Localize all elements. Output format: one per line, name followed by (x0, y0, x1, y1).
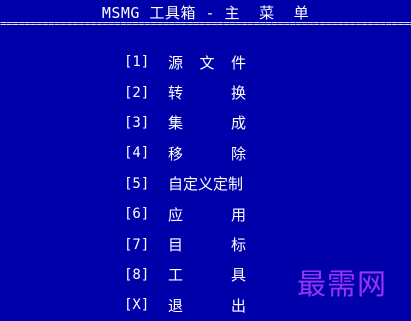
menu-item-key: [4] (124, 145, 150, 162)
menu-item-key: [X] (124, 297, 150, 314)
menu-item-key: [1] (124, 54, 150, 71)
label-char: 目 (168, 236, 184, 255)
label-char: 转 (168, 84, 184, 103)
menu-item-source-files[interactable]: [1] 源 文 件 (124, 47, 324, 77)
menu-item-convert[interactable]: [2] 转 换 (124, 77, 324, 107)
menu-item-label: 转 换 (168, 82, 246, 103)
menu-item-key: [7] (124, 236, 150, 253)
menu-item-label: 移 除 (168, 143, 246, 164)
menu-item-tools[interactable]: [8] 工 具 (124, 260, 324, 290)
label-char: 退 (168, 296, 184, 315)
menu-item-key: [6] (124, 206, 150, 223)
menu-item-label: 退 出 (168, 295, 246, 316)
label-char: 文 (199, 53, 215, 72)
watermark-logo: 最需网 (297, 267, 388, 301)
menu-item-key: [2] (124, 84, 150, 101)
label-char: 移 (168, 144, 184, 163)
menu-item-exit[interactable]: [X] 退 出 (124, 290, 324, 320)
menu-item-label: 集 成 (168, 112, 246, 133)
menu-item-label: 自定义定制 (168, 175, 244, 194)
menu-item-key: [8] (124, 266, 150, 283)
label-char: 工 (168, 266, 184, 285)
menu-item-label: 应 用 (168, 204, 246, 225)
console-window: MSMG 工具箱 - 主 菜 单 =======================… (0, 0, 411, 318)
label-char: 集 (168, 114, 184, 133)
label-char: 件 (230, 53, 246, 72)
label-char: 具 (230, 266, 246, 285)
menu-item-key: [5] (124, 175, 150, 192)
label-char: 源 (168, 53, 184, 72)
label-char: 出 (230, 296, 246, 315)
main-menu: [1] 源 文 件 [2] 转 换 [3] 集 成 [4] 移 除 [5] 自定… (124, 47, 324, 321)
label-char: 除 (230, 144, 246, 163)
menu-item-key: [3] (124, 114, 150, 131)
menu-item-target[interactable]: [7] 目 标 (124, 229, 324, 259)
label-char: 成 (230, 114, 246, 133)
title-separator: ========================================… (0, 17, 411, 30)
menu-item-integrate[interactable]: [3] 集 成 (124, 108, 324, 138)
label-char: 标 (230, 236, 246, 255)
menu-item-customize[interactable]: [5] 自定义定制 (124, 169, 324, 199)
menu-item-apply[interactable]: [6] 应 用 (124, 199, 324, 229)
menu-item-label: 目 标 (168, 234, 246, 255)
label-char: 应 (168, 205, 184, 224)
label-char: 用 (230, 205, 246, 224)
menu-item-remove[interactable]: [4] 移 除 (124, 138, 324, 168)
menu-item-label: 源 文 件 (168, 52, 246, 73)
label-char: 换 (230, 84, 246, 103)
menu-item-label: 工 具 (168, 264, 246, 285)
